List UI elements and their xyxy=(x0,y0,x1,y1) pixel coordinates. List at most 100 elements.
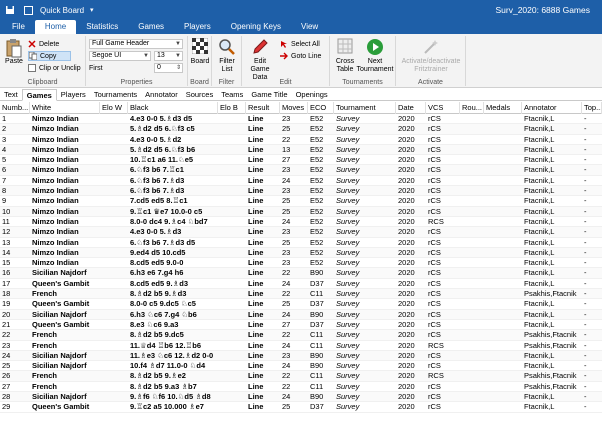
table-row[interactable]: 1 Nimzo Indian 4.e3 0-0 5.♗d3 d5 Line 23 E52 S… xyxy=(0,114,602,125)
table-row[interactable]: 5 Nimzo Indian 10.♖c1 a6 11.♘e5 Line 27 E52 Su… xyxy=(0,155,602,166)
cell-moves: 24 xyxy=(282,278,291,288)
cell-result: Line xyxy=(248,186,264,196)
table-row[interactable]: 28 Sicilian Najdorf 9.♗f6 ♘f6 10.♘d5 ♗d8 Li… xyxy=(0,392,602,403)
table-row[interactable]: 26 French 8.♗d2 b5 9.♗e2 Line 22 C11 Survey 202… xyxy=(0,371,602,382)
column-header-annotator[interactable]: Annotator xyxy=(522,102,582,114)
column-header-number[interactable]: Numb... xyxy=(0,102,30,114)
subtab-games[interactable]: Games xyxy=(21,88,57,101)
table-row[interactable]: 22 French 8.♗d2 b5 9.dc5 Line 22 C11 Survey 202… xyxy=(0,330,602,341)
table-row[interactable]: 15 Nimzo Indian 8.cd5 ed5 9.0-0 Line 23 E52 Su… xyxy=(0,258,602,269)
table-row[interactable]: 14 Nimzo Indian 9.ed4 d5 10.cd5 Line 23 E52 Su… xyxy=(0,247,602,259)
subtab-annotator[interactable]: Annotator xyxy=(141,89,182,101)
table-row[interactable]: 25 Sicilian Najdorf 10.f4 ♗d7 11.0-0 ♘d4 Li… xyxy=(0,361,602,372)
edit-game-data-button[interactable]: Edit Game Data xyxy=(245,38,275,82)
cell-result: Line xyxy=(248,309,264,319)
cell-moves: 25 xyxy=(282,299,291,309)
table-row[interactable]: 3 Nimzo Indian 4.e3 0-0 5.♗d2 Line 22 E52 Surv… xyxy=(0,134,602,145)
cell-result: Line xyxy=(248,227,264,237)
table-row[interactable]: 8 Nimzo Indian 6.♘f3 b6 7.♗d3 Line 23 E52 Surv… xyxy=(0,186,602,197)
tab-statistics[interactable]: Statistics xyxy=(76,20,128,34)
table-row[interactable]: 18 French 8.♗d2 b5 9.♗d3 Line 22 C11 Survey 202… xyxy=(0,289,602,300)
column-header-elo-black[interactable]: Elo B xyxy=(218,102,246,114)
column-header-eco[interactable]: ECO xyxy=(308,102,334,114)
subtab-sources[interactable]: Sources xyxy=(182,89,218,101)
paste-button[interactable]: Paste xyxy=(4,38,24,66)
first-input[interactable]: 0 ⇕ xyxy=(154,63,183,73)
subtab-tournaments[interactable]: Tournaments xyxy=(90,89,141,101)
quick-board-checkbox[interactable] xyxy=(24,5,33,15)
column-header-white[interactable]: White xyxy=(30,102,100,114)
tab-games[interactable]: Games xyxy=(128,20,174,34)
cross-table-button[interactable]: Cross Table xyxy=(332,38,358,74)
font-select[interactable]: Segoe UI ▼ xyxy=(89,51,151,61)
table-row[interactable]: 10 Nimzo Indian 9.♖c1 ♛e7 10.0-0 c5 Line 25 E… xyxy=(0,206,602,217)
table-row[interactable]: 19 Queen's Gambit 8.0-0 c5 9.dc5 ♘c5 Line 25… xyxy=(0,299,602,310)
cell-vcs: rCS xyxy=(428,247,441,257)
cell-elo-black xyxy=(218,248,246,258)
activate-fritztrainer-button[interactable]: Activate/deactivate Fritztrainer xyxy=(398,38,464,74)
cell-result: Line xyxy=(248,330,264,340)
cell-tournament: Survey xyxy=(336,268,360,278)
cell-top: - xyxy=(584,216,587,226)
cell-black: 7.cd5 ed5 8.♖c1 xyxy=(130,196,188,206)
cell-medals xyxy=(484,279,522,289)
subtab-game-title[interactable]: Game Title xyxy=(247,89,291,101)
tab-opening-keys[interactable]: Opening Keys xyxy=(221,20,291,34)
table-row[interactable]: 27 French 8.♗d2 b5 9.a3 ♗b7 Line 22 C11 Survey… xyxy=(0,381,602,393)
table-row[interactable]: 16 Sicilian Najdorf 6.h3 e6 7.g4 h6 Line 22 B… xyxy=(0,268,602,279)
cell-round xyxy=(460,382,484,392)
column-header-round[interactable]: Rou... xyxy=(460,102,484,114)
table-row[interactable]: 13 Nimzo Indian 6.♘f3 b6 7.♗d3 d5 Line 25 E52… xyxy=(0,237,602,248)
goto-line-button[interactable]: Goto Line xyxy=(280,51,321,61)
cell-round xyxy=(460,330,484,340)
table-row[interactable]: 24 Sicilian Najdorf 11.♗e3 ♘c6 12.♗d2 0-0 L… xyxy=(0,350,602,362)
tab-file[interactable]: File xyxy=(0,20,35,34)
table-row[interactable]: 23 French 11.♕d4 ♖b6 12.♖b6 Line 24 C11 Survey… xyxy=(0,340,602,351)
cell-elo-white xyxy=(100,392,128,402)
table-row[interactable]: 2 Nimzo Indian 5.♗d2 d5 6.♘f3 c5 Line 25 E52 S… xyxy=(0,124,602,135)
column-header-result[interactable]: Result xyxy=(246,102,280,114)
subtab-players[interactable]: Players xyxy=(57,89,90,101)
delete-button[interactable]: Delete xyxy=(28,39,59,49)
board-button[interactable]: Board xyxy=(190,37,210,66)
table-row[interactable]: 6 Nimzo Indian 6.♘f3 b6 7.♖c1 Line 23 E52 Surv… xyxy=(0,165,602,176)
column-header-moves[interactable]: Moves xyxy=(280,102,308,114)
column-header-date[interactable]: Date xyxy=(396,102,426,114)
table-row[interactable]: 9 Nimzo Indian 7.cd5 ed5 8.♖c1 Line 25 E52 Sur… xyxy=(0,196,602,207)
save-icon[interactable] xyxy=(5,5,15,15)
table-row[interactable]: 17 Queen's Gambit 8.cd5 ed5 9.♗d3 Line 24 D37… xyxy=(0,278,602,290)
tab-home[interactable]: Home xyxy=(34,20,77,34)
column-header-medals[interactable]: Medals xyxy=(484,102,522,114)
table-row[interactable]: 20 Sicilian Najdorf 6.h3 ♘c6 7.g4 ♘b6 Line 2… xyxy=(0,309,602,320)
cell-white: Nimzo Indian xyxy=(32,124,79,134)
table-row[interactable]: 29 Queen's Gambit 9.♖c2 a5 10.000 ♗e7 Line 2… xyxy=(0,402,602,413)
column-header-elo-white[interactable]: Elo W xyxy=(100,102,128,114)
column-header-top[interactable]: Top... xyxy=(582,102,602,114)
copy-button[interactable]: Copy xyxy=(28,51,72,61)
customize-toolbar-chevron-icon[interactable]: ▾ xyxy=(90,6,94,14)
cell-annotator: Psakhis,Ftacnik xyxy=(524,371,577,381)
cell-date: 2020 xyxy=(398,165,415,175)
column-header-black[interactable]: Black xyxy=(128,102,218,114)
table-row[interactable]: 11 Nimzo Indian 8.0-0 dc4 9.♗c4 ♘bd7 Line 24… xyxy=(0,216,602,228)
subtab-teams[interactable]: Teams xyxy=(217,89,247,101)
column-header-tournament[interactable]: Tournament xyxy=(334,102,396,114)
column-header-vcs[interactable]: VCS xyxy=(426,102,460,114)
table-row[interactable]: 4 Nimzo Indian 5.♗d2 d5 6.♘f3 b6 Line 13 E52 S… xyxy=(0,144,602,156)
tab-players[interactable]: Players xyxy=(174,20,221,34)
header-select[interactable]: Full Game Header ▼ xyxy=(89,39,183,49)
table-row[interactable]: 12 Nimzo Indian 4.e3 0-0 5.♗d3 Line 23 E52 Sur… xyxy=(0,227,602,238)
font-size-select[interactable]: 13 ▼ xyxy=(154,51,183,61)
clip-or-unclip-button[interactable]: Clip or Unclip xyxy=(28,63,81,73)
table-row[interactable]: 21 Queen's Gambit 8.e3 ♘c6 9.a3 Line 27 D37 Su… xyxy=(0,319,602,331)
select-all-button[interactable]: Select All xyxy=(280,39,320,49)
table-row[interactable]: 7 Nimzo Indian 6.♘f3 b6 7.♗d3 Line 24 E52 Surv… xyxy=(0,175,602,187)
tab-view[interactable]: View xyxy=(291,20,328,34)
subtab-text[interactable]: Text xyxy=(0,89,22,101)
filter-list-button[interactable]: Filter List xyxy=(215,38,239,74)
next-tournament-button[interactable]: Next Tournament xyxy=(356,38,394,74)
chessboard-icon xyxy=(191,37,209,56)
subtab-openings[interactable]: Openings xyxy=(292,89,332,101)
board-label: Board xyxy=(190,58,210,65)
cell-result: Line xyxy=(248,402,264,412)
